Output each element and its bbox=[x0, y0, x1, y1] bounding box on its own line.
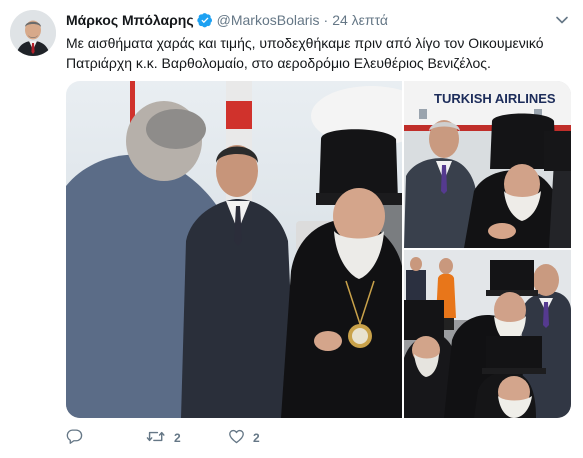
like-button[interactable]: 2 bbox=[228, 428, 308, 448]
tweet-timestamp[interactable]: 24 λεπτά bbox=[332, 12, 388, 28]
tweet-actions: 2 2 bbox=[66, 428, 308, 448]
tweet-header: Μάρκος Μπόλαρης @MarkosBolaris · 24 λεπτ… bbox=[66, 10, 388, 30]
photo-top-right[interactable]: TURKISH AIRLINES bbox=[404, 81, 571, 248]
photo-main[interactable] bbox=[66, 81, 402, 418]
author-avatar[interactable] bbox=[10, 10, 56, 56]
like-count: 2 bbox=[253, 431, 260, 445]
tweet-text: Με αισθήματα χαράς και τιμής, υποδεχθήκα… bbox=[66, 35, 544, 71]
retweet-icon bbox=[146, 428, 166, 448]
author-name[interactable]: Μάρκος Μπόλαρης bbox=[66, 12, 194, 28]
airline-sign: TURKISH AIRLINES bbox=[434, 91, 556, 106]
verified-badge-icon bbox=[196, 12, 213, 28]
chevron-down-icon[interactable] bbox=[555, 13, 569, 27]
tweet[interactable]: Μάρκος Μπόλαρης @MarkosBolaris · 24 λεπτ… bbox=[0, 0, 583, 458]
reply-icon bbox=[66, 428, 83, 448]
retweet-button[interactable]: 2 bbox=[146, 428, 228, 448]
separator-dot: · bbox=[323, 12, 329, 28]
retweet-count: 2 bbox=[174, 431, 181, 445]
heart-icon bbox=[228, 428, 245, 448]
photo-bottom-right[interactable] bbox=[404, 250, 571, 418]
author-handle[interactable]: @MarkosBolaris bbox=[217, 12, 320, 28]
tweet-media-grid[interactable]: TURKISH AIRLINES bbox=[66, 81, 571, 418]
reply-button[interactable] bbox=[66, 428, 146, 448]
